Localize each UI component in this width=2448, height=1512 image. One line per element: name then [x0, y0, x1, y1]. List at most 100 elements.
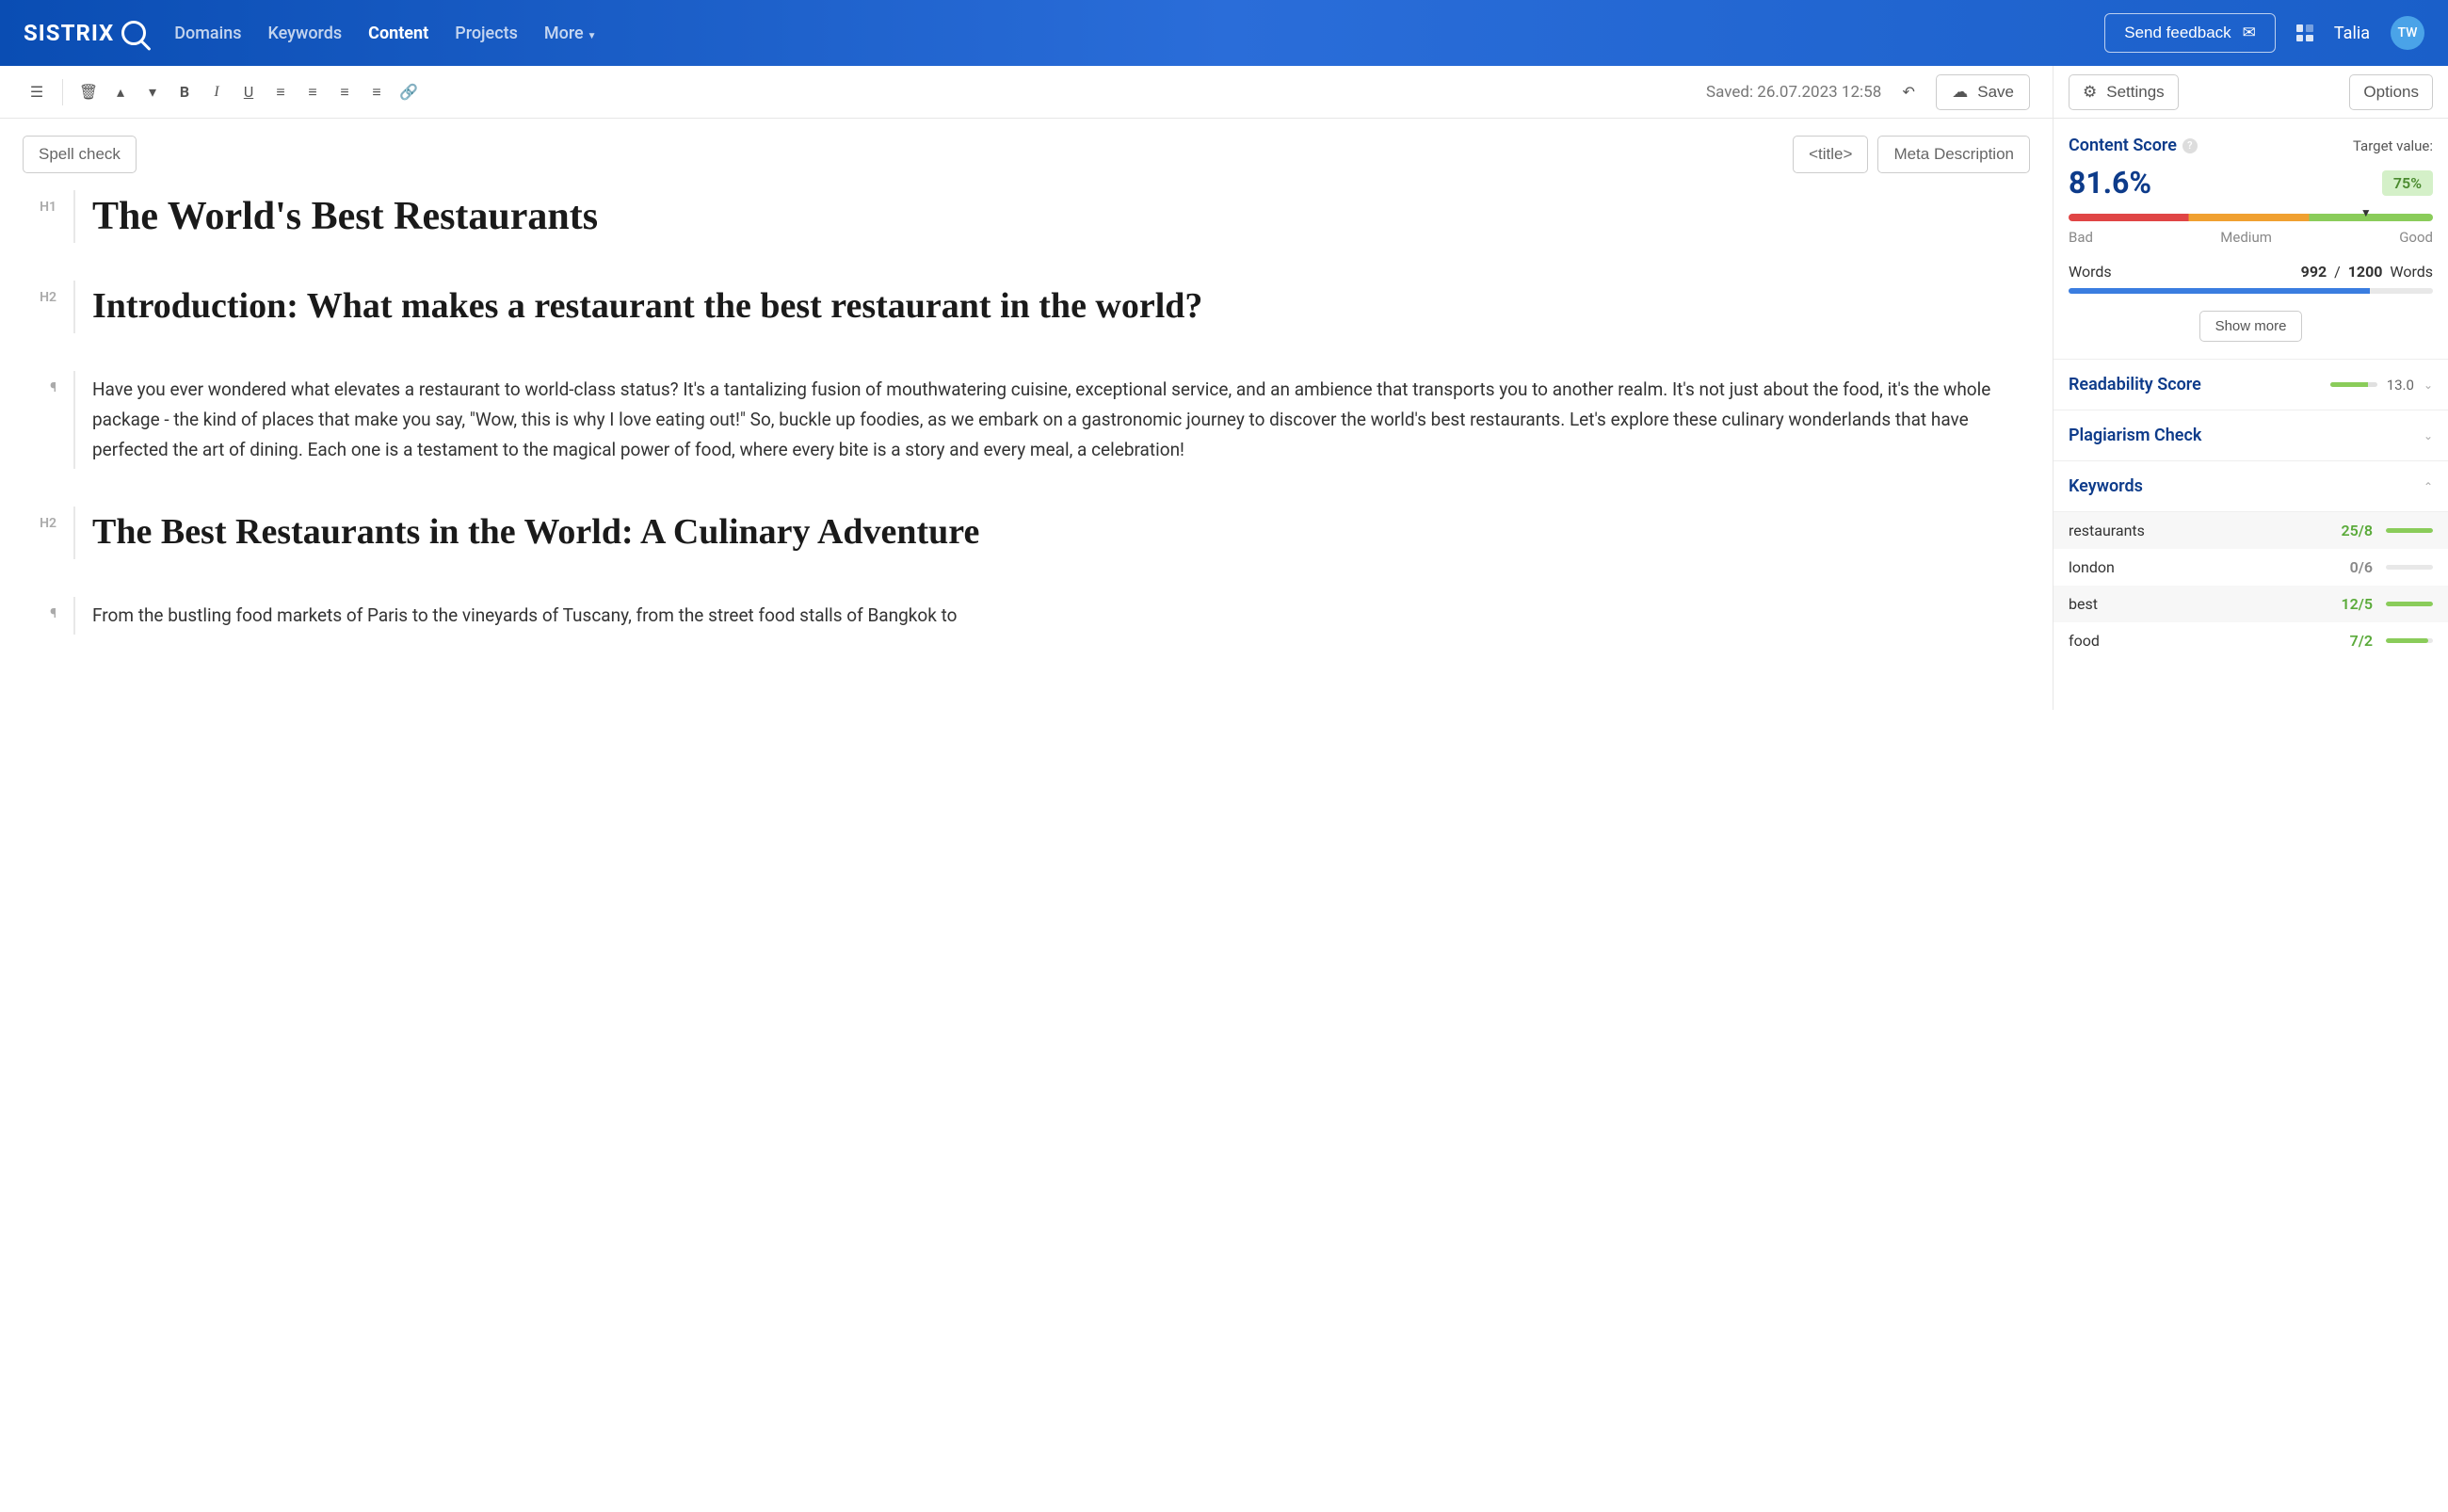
block-label: ¶ [23, 597, 56, 635]
link-icon[interactable]: 🔗 [395, 78, 423, 106]
content-score-panel: Content Score ? Target value: 81.6% 75% … [2053, 119, 2448, 360]
block-label: H2 [23, 507, 56, 559]
panel-title: Keywords [2069, 476, 2143, 496]
send-feedback-button[interactable]: Send feedback ✉ [2104, 13, 2276, 53]
paragraph-text[interactable]: Have you ever wondered what elevates a r… [92, 371, 2030, 470]
logo[interactable]: SISTRIX [24, 20, 146, 46]
options-button[interactable]: Options [2349, 74, 2433, 110]
block-indicator [73, 190, 75, 243]
sidebar-toolbar: ⚙ Settings Options [2053, 66, 2448, 119]
keyword-bar [2386, 602, 2433, 606]
readability-panel[interactable]: Readability Score 13.0 ⌄ [2053, 360, 2448, 410]
panel-title: Plagiarism Check [2069, 426, 2201, 445]
content-blocks: H1 The World's Best Restaurants H2 Intro… [0, 190, 2053, 710]
help-icon[interactable]: ? [2182, 138, 2198, 153]
score-value: 81.6% [2069, 165, 2151, 201]
keyword-row[interactable]: best 12/5 [2053, 586, 2448, 622]
divider [62, 79, 63, 105]
block-h2[interactable]: H2 Introduction: What makes a restaurant… [23, 281, 2030, 333]
h2-text[interactable]: Introduction: What makes a restaurant th… [92, 281, 2030, 333]
score-title: Content Score ? [2069, 136, 2198, 155]
nav-projects[interactable]: Projects [455, 24, 518, 43]
align-center-icon[interactable]: ≡ [298, 78, 327, 106]
sidebar: ⚙ Settings Options Content Score ? Targe… [2053, 66, 2448, 710]
user-name[interactable]: Talia [2334, 24, 2370, 43]
header-right: Send feedback ✉ Talia TW [2104, 13, 2424, 53]
block-paragraph[interactable]: ¶ From the bustling food markets of Pari… [23, 597, 2030, 635]
h2-text[interactable]: The Best Restaurants in the World: A Cul… [92, 507, 2030, 559]
avatar[interactable]: TW [2391, 16, 2424, 50]
title-tag-button[interactable]: <title> [1793, 136, 1868, 173]
keyword-bar [2386, 638, 2433, 643]
brand-name: SISTRIX [24, 20, 114, 46]
mini-progress [2330, 382, 2377, 387]
block-indicator [73, 281, 75, 333]
editor-toolbar: ☰ 🗑 ▴ ▾ B I U ≡ ≡ ≡ ≡ 🔗 Saved: 26.07.202… [0, 66, 2053, 119]
block-h2[interactable]: H2 The Best Restaurants in the World: A … [23, 507, 2030, 559]
move-up-icon[interactable]: ▴ [106, 78, 135, 106]
list-icon[interactable]: ☰ [23, 78, 51, 106]
underline-button[interactable]: U [234, 78, 263, 106]
keyword-row[interactable]: london 0/6 [2053, 549, 2448, 586]
spell-check-button[interactable]: Spell check [23, 136, 137, 173]
show-more-button[interactable]: Show more [2199, 311, 2303, 342]
block-label: H2 [23, 281, 56, 333]
target-label: Target value: [2353, 137, 2433, 154]
mail-icon: ✉ [2243, 24, 2256, 42]
block-indicator [73, 371, 75, 470]
toolbar-left: ☰ 🗑 ▴ ▾ B I U ≡ ≡ ≡ ≡ 🔗 [23, 78, 423, 106]
chevron-down-icon: ▼ [588, 31, 597, 41]
readability-value: 13.0 [2387, 377, 2414, 394]
block-paragraph[interactable]: ¶ Have you ever wondered what elevates a… [23, 371, 2030, 470]
align-justify-icon[interactable]: ≡ [362, 78, 391, 106]
words-progress-bar [2069, 288, 2433, 294]
nav-content[interactable]: Content [368, 24, 428, 43]
paragraph-text[interactable]: From the bustling food markets of Paris … [92, 597, 2030, 635]
saved-timestamp: Saved: 26.07.2023 12:58 [1706, 83, 1881, 102]
gauge-labels: Bad Medium Good [2069, 229, 2433, 246]
plagiarism-panel[interactable]: Plagiarism Check ⌄ [2053, 410, 2448, 461]
italic-button[interactable]: I [202, 78, 231, 106]
block-indicator [73, 597, 75, 635]
score-header: Content Score ? Target value: [2069, 136, 2433, 155]
block-label: H1 [23, 190, 56, 243]
keywords-panel-header[interactable]: Keywords ⌃ [2053, 461, 2448, 512]
secondary-bar-right: <title> Meta Description [1793, 136, 2030, 173]
align-left-icon[interactable]: ≡ [266, 78, 295, 106]
gear-icon: ⚙ [2083, 83, 2097, 102]
settings-button[interactable]: ⚙ Settings [2069, 74, 2179, 110]
editor-column: ☰ 🗑 ▴ ▾ B I U ≡ ≡ ≡ ≡ 🔗 Saved: 26.07.202… [0, 66, 2053, 710]
block-h1[interactable]: H1 The World's Best Restaurants [23, 190, 2030, 243]
keyword-bar [2386, 565, 2433, 570]
panel-title: Readability Score [2069, 375, 2201, 394]
secondary-bar: Spell check <title> Meta Description [0, 119, 2053, 190]
main-layout: ☰ 🗑 ▴ ▾ B I U ≡ ≡ ≡ ≡ 🔗 Saved: 26.07.202… [0, 66, 2448, 710]
trash-icon[interactable]: 🗑 [74, 78, 103, 106]
chevron-up-icon: ⌃ [2424, 480, 2433, 493]
target-badge: 75% [2382, 170, 2433, 196]
h1-text[interactable]: The World's Best Restaurants [92, 190, 2030, 243]
cloud-icon: ☁ [1952, 83, 1968, 102]
toolbar-right: Saved: 26.07.2023 12:58 ↶ ☁ Save [1706, 74, 2030, 110]
gauge-marker-icon: ▼ [2360, 206, 2372, 219]
save-button[interactable]: ☁ Save [1936, 74, 2030, 110]
search-icon [121, 21, 146, 45]
nav-keywords[interactable]: Keywords [268, 24, 343, 43]
nav-domains[interactable]: Domains [174, 24, 241, 43]
main-nav: Domains Keywords Content Projects More▼ [174, 24, 596, 43]
app-header: SISTRIX Domains Keywords Content Project… [0, 0, 2448, 66]
keywords-list: restaurants 25/8 london 0/6 best 12/5 [2053, 512, 2448, 659]
meta-description-button[interactable]: Meta Description [1877, 136, 2030, 173]
keyword-bar [2386, 528, 2433, 533]
nav-more[interactable]: More▼ [544, 24, 597, 43]
bold-button[interactable]: B [170, 78, 199, 106]
move-down-icon[interactable]: ▾ [138, 78, 167, 106]
block-label: ¶ [23, 371, 56, 470]
chevron-down-icon: ⌄ [2424, 378, 2433, 392]
keyword-row[interactable]: food 7/2 [2053, 622, 2448, 659]
undo-icon[interactable]: ↶ [1894, 78, 1923, 106]
align-right-icon[interactable]: ≡ [330, 78, 359, 106]
keyword-row[interactable]: restaurants 25/8 [2053, 512, 2448, 549]
apps-icon[interactable] [2296, 24, 2313, 41]
gauge-bar [2069, 214, 2433, 221]
